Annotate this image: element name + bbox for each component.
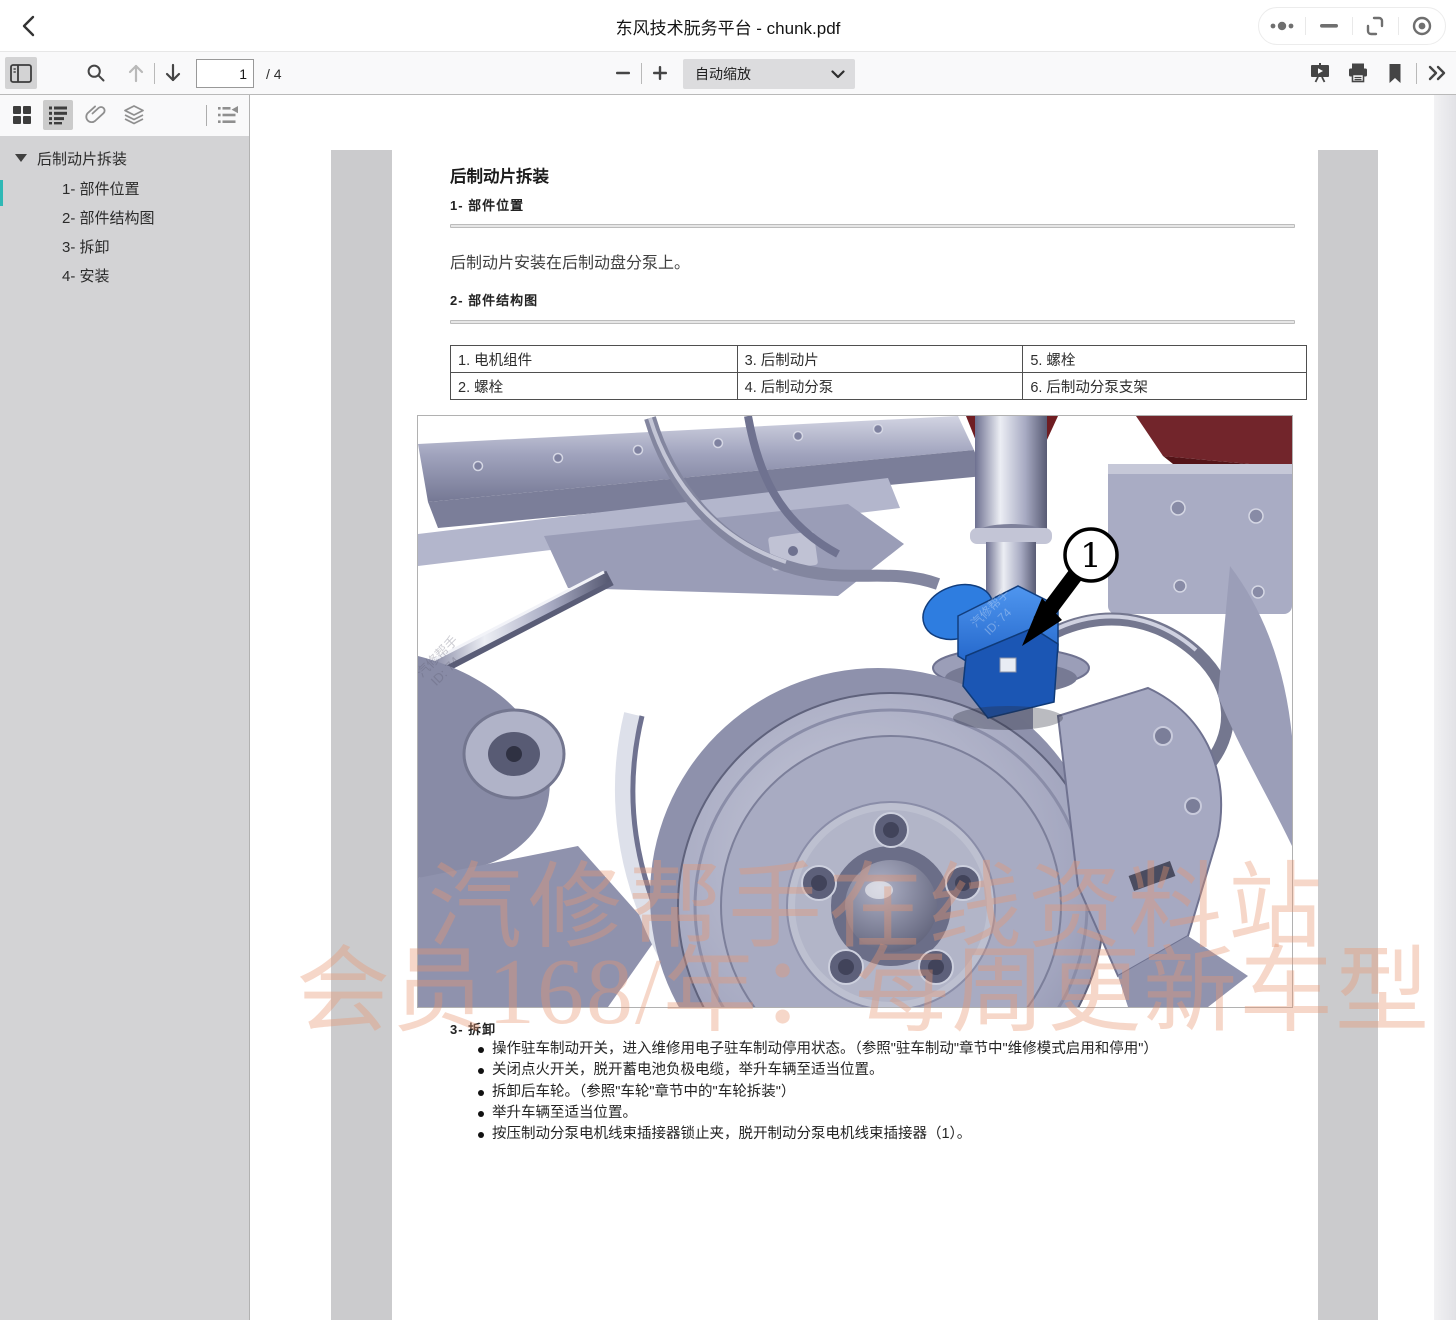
- outline-item-1[interactable]: 1- 部件位置: [62, 174, 140, 202]
- page-left-margin-band: [331, 150, 392, 1320]
- pdf-viewer-area: 后制动片拆装 1- 部件位置 后制动片安装在后制动盘分泵上。 2- 部件结构图 …: [250, 95, 1456, 1320]
- thumbnails-icon: [12, 105, 32, 125]
- list-item: 操作驻车制动开关，进入维修用电子驻车制动停用状态。（参照"驻车制动"章节中"维修…: [478, 1039, 1258, 1060]
- zoom-scale-select[interactable]: 自动缩放: [683, 59, 855, 89]
- outline-item-label: 3- 拆卸: [62, 238, 110, 256]
- section-1-body: 后制动片安装在后制动盘分泵上。: [450, 255, 691, 272]
- pdf-toolbar: / 4 自动缩放: [0, 52, 1456, 95]
- sidebar-toggle-icon: [10, 63, 32, 83]
- minimize-icon: [1319, 23, 1339, 29]
- more-button[interactable]: [1259, 8, 1305, 44]
- section-2-heading: 2- 部件结构图: [450, 293, 539, 308]
- page-number-input[interactable]: [196, 59, 254, 88]
- sidebar-toolbar-divider: [206, 105, 207, 126]
- zoom-in-icon: [652, 65, 668, 81]
- window-capsule: [1258, 7, 1446, 45]
- list-item: 按压制动分泵电机线束插接器锁止夹，脱开制动分泵电机线束插接器（1）。: [478, 1124, 1258, 1145]
- layers-view-button[interactable]: [119, 100, 149, 130]
- toolbar-divider: [154, 63, 155, 84]
- section-1-heading: 1- 部件位置: [450, 198, 525, 213]
- outline-view-button[interactable]: [43, 100, 73, 130]
- print-button[interactable]: [1342, 57, 1374, 89]
- sidebar-toggle-button[interactable]: [5, 57, 37, 89]
- sidebar-toolbar: [0, 95, 249, 136]
- table-row: 2. 螺栓 4. 后制动分泵 6. 后制动分泵支架: [450, 372, 1307, 400]
- toolbar-divider: [1416, 63, 1417, 84]
- app-titlebar: 东风技术朊务平台 - chunk.pdf: [0, 0, 1456, 52]
- outline-root-item[interactable]: 后制动片拆装: [0, 144, 127, 172]
- table-cell: 5. 螺栓: [1022, 345, 1307, 373]
- minimize-button[interactable]: [1306, 8, 1352, 44]
- table-cell: 1. 电机组件: [450, 345, 738, 373]
- layers-icon: [123, 104, 145, 126]
- toolbar-divider: [641, 63, 642, 84]
- outline-item-4[interactable]: 4- 安装: [62, 261, 110, 289]
- outline-root-label: 后制动片拆装: [37, 150, 128, 168]
- current-outline-item-button[interactable]: [213, 100, 243, 130]
- outline-item-label: 4- 安装: [62, 267, 110, 285]
- restore-button[interactable]: [1353, 8, 1399, 44]
- section-divider: [450, 320, 1295, 324]
- section-3-heading: 3- 拆卸: [450, 1022, 497, 1037]
- page-right-margin-band: [1318, 150, 1378, 1320]
- parts-legend-table: 1. 电机组件 3. 后制动片 5. 螺栓 2. 螺栓 4. 后制动分泵 6. …: [450, 345, 1307, 400]
- window-title: 东风技术朊务平台 - chunk.pdf: [615, 18, 841, 38]
- search-icon: [86, 63, 106, 83]
- restore-window-icon: [1364, 15, 1386, 37]
- pdf-page: 后制动片拆装 1- 部件位置 后制动片安装在后制动盘分泵上。 2- 部件结构图 …: [331, 150, 1378, 1320]
- more-dots-icon: [1269, 20, 1295, 32]
- vertical-scrollbar[interactable]: [1434, 95, 1456, 1320]
- section-divider: [450, 224, 1295, 228]
- attachments-view-button[interactable]: [81, 100, 111, 130]
- list-item: 举升车辆至适当位置。: [478, 1103, 1258, 1124]
- record-button[interactable]: [1399, 8, 1445, 44]
- presentation-mode-icon: [1309, 62, 1331, 84]
- table-cell: 6. 后制动分泵支架: [1022, 372, 1307, 400]
- triangle-expanded-icon: [15, 154, 27, 162]
- outline-item-label: 1- 部件位置: [62, 180, 140, 198]
- list-item: 拆卸后车轮。（参照"车轮"章节中的"车轮拆装"）: [478, 1082, 1258, 1103]
- more-tools-button[interactable]: [1421, 57, 1453, 89]
- brake-assembly-illustration: 1 汽修帮手 ID: 74 汽修帮手 ID: 74: [417, 415, 1293, 1008]
- zoom-in-button[interactable]: [644, 57, 676, 89]
- outline-panel: 后制动片拆装 1- 部件位置 2- 部件结构图 3- 拆卸 4- 安装: [0, 136, 249, 1320]
- more-tools-icon: [1427, 64, 1447, 82]
- list-item: 关闭点火开关，脱开蓄电池负极电缆，举升车辆至适当位置。: [478, 1060, 1258, 1081]
- outline-item-2[interactable]: 2- 部件结构图: [62, 203, 155, 231]
- document-title: 后制动片拆装: [450, 168, 549, 186]
- previous-page-button[interactable]: [120, 57, 152, 89]
- page-count-label: / 4: [266, 65, 282, 82]
- print-icon: [1347, 62, 1369, 84]
- attachments-icon: [85, 104, 107, 126]
- search-button[interactable]: [80, 57, 112, 89]
- next-page-button[interactable]: [157, 57, 189, 89]
- outline-icon: [48, 105, 68, 125]
- chevron-down-icon: [831, 69, 845, 79]
- table-cell: 2. 螺栓: [450, 372, 738, 400]
- arrow-down-icon: [164, 63, 182, 83]
- outline-item-3[interactable]: 3- 拆卸: [62, 232, 110, 260]
- zoom-scale-label: 自动缩放: [695, 66, 751, 82]
- zoom-out-icon: [615, 65, 631, 81]
- callout-number: 1: [1080, 536, 1102, 576]
- bookmark-icon: [1387, 63, 1403, 84]
- removal-steps-list: 操作驻车制动开关，进入维修用电子驻车制动停用状态。（参照"驻车制动"章节中"维修…: [478, 1039, 1258, 1145]
- thumbnails-view-button[interactable]: [7, 100, 37, 130]
- current-outline-item-icon: [217, 105, 239, 125]
- record-target-icon: [1411, 15, 1433, 37]
- arrow-up-icon: [127, 63, 145, 83]
- table-cell: 3. 后制动片: [736, 345, 1024, 373]
- pdf-sidebar: 后制动片拆装 1- 部件位置 2- 部件结构图 3- 拆卸 4- 安装: [0, 95, 250, 1320]
- zoom-out-button[interactable]: [607, 57, 639, 89]
- table-cell: 4. 后制动分泵: [736, 372, 1024, 400]
- outline-item-label: 2- 部件结构图: [62, 209, 155, 227]
- presentation-mode-button[interactable]: [1304, 57, 1336, 89]
- table-row: 1. 电机组件 3. 后制动片 5. 螺栓: [450, 345, 1307, 373]
- bookmark-button[interactable]: [1379, 57, 1411, 89]
